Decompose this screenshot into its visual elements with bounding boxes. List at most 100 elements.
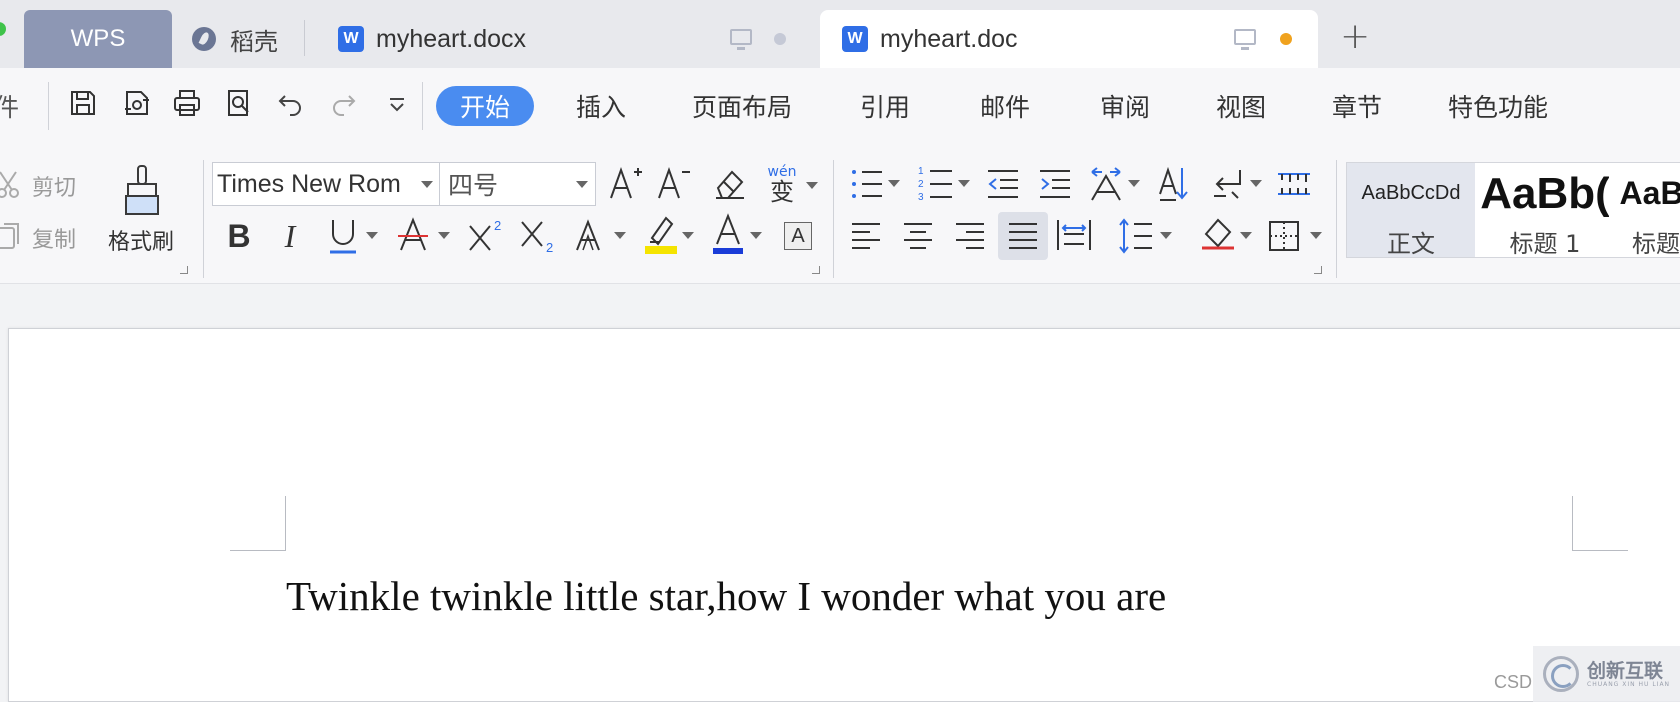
- copy-button[interactable]: 复制: [32, 222, 76, 254]
- cut-button[interactable]: 剪切: [32, 170, 76, 202]
- pinyin-guide-button[interactable]: wén 变: [762, 162, 802, 208]
- chevron-down-icon[interactable]: [1250, 180, 1262, 187]
- print-icon[interactable]: [172, 88, 202, 118]
- tab-daoke[interactable]: 稻壳: [190, 10, 300, 68]
- window-zoom-button[interactable]: [0, 22, 6, 36]
- show-hide-marks-icon[interactable]: [1210, 166, 1244, 202]
- highlight-button[interactable]: [644, 212, 678, 256]
- distributed-align-icon[interactable]: [1056, 218, 1092, 252]
- style-normal[interactable]: AaBbCcDd 正文: [1347, 163, 1475, 258]
- tab-myheart-docx[interactable]: W myheart.docx: [334, 10, 804, 68]
- menu-insert[interactable]: 插入: [576, 86, 626, 126]
- table-ruler-icon[interactable]: [1276, 170, 1312, 198]
- bold-button[interactable]: B: [224, 216, 254, 256]
- save-icon[interactable]: [68, 88, 98, 118]
- tab-wps-label: WPS: [70, 25, 126, 52]
- align-right-icon[interactable]: [954, 220, 986, 252]
- style-name: 正文: [1387, 230, 1435, 258]
- sort-icon[interactable]: [1158, 164, 1192, 204]
- monitor-icon: [1234, 29, 1256, 50]
- italic-button[interactable]: I: [278, 216, 302, 256]
- decrease-indent-icon[interactable]: [986, 168, 1020, 200]
- menu-mailings[interactable]: 邮件: [980, 86, 1030, 126]
- menu-section[interactable]: 章节: [1332, 86, 1382, 126]
- undo-icon[interactable]: [276, 88, 306, 118]
- chevron-down-icon[interactable]: [366, 232, 378, 239]
- margin-mark: [1572, 550, 1628, 551]
- chevron-down-icon[interactable]: [1240, 232, 1252, 239]
- divider: [833, 160, 834, 278]
- style-name: 标题 1: [1509, 230, 1581, 258]
- watermark-badge: 创新互联 CHUANG XIN HU LIAN: [1533, 646, 1680, 702]
- watermark-csd: CSD: [1494, 672, 1533, 692]
- menu-start[interactable]: 开始: [436, 86, 535, 126]
- new-tab-button[interactable]: +: [1340, 16, 1370, 57]
- redo-icon[interactable]: [328, 88, 358, 118]
- style-preview: AaBb(: [1481, 168, 1609, 218]
- chevron-down-icon[interactable]: [750, 232, 762, 239]
- character-border-button[interactable]: A: [784, 222, 812, 250]
- font-dialog-launcher[interactable]: [812, 266, 820, 274]
- scissors-icon: [0, 168, 24, 200]
- superscript-button[interactable]: 2: [466, 216, 506, 256]
- format-painter-button[interactable]: 格式刷: [108, 224, 174, 256]
- clipboard-dialog-launcher[interactable]: [180, 266, 188, 274]
- shrink-font-icon[interactable]: [656, 164, 692, 204]
- align-center-icon[interactable]: [902, 220, 934, 252]
- underline-button[interactable]: [328, 214, 358, 258]
- paragraph-dialog-launcher[interactable]: [1314, 266, 1322, 274]
- bullet-list-icon[interactable]: [850, 166, 884, 202]
- document-body-text[interactable]: Twinkle twinkle little star,how I wonder…: [286, 572, 1166, 620]
- divider: [1336, 160, 1337, 278]
- clear-format-eraser-icon[interactable]: [712, 166, 748, 202]
- chevron-down-icon[interactable]: [1160, 232, 1172, 239]
- text-effects-button[interactable]: [574, 216, 606, 256]
- menu-view[interactable]: 视图: [1216, 86, 1266, 126]
- chevron-down-icon[interactable]: [806, 182, 818, 189]
- print-preview-icon[interactable]: [224, 88, 254, 118]
- format-painter-icon[interactable]: [122, 164, 162, 218]
- shading-icon[interactable]: [1200, 214, 1236, 256]
- menu-special-features[interactable]: 特色功能: [1448, 86, 1548, 126]
- strikethrough-button[interactable]: [396, 214, 430, 256]
- menu-review[interactable]: 审阅: [1100, 86, 1150, 126]
- monitor-icon: [730, 29, 752, 50]
- menu-references[interactable]: 引用: [860, 86, 910, 126]
- chevron-down-icon[interactable]: [682, 232, 694, 239]
- file-menu-partial[interactable]: 件: [0, 86, 19, 126]
- customize-dropdown-icon[interactable]: [382, 88, 412, 118]
- export-pdf-icon[interactable]: [122, 88, 152, 118]
- svg-text:2: 2: [918, 179, 924, 190]
- increase-indent-icon[interactable]: [1038, 168, 1072, 200]
- tab-bar: WPS 稻壳 W myheart.docx W myheart.doc +: [0, 0, 1680, 68]
- font-name-select[interactable]: Times New Rom: [212, 162, 440, 206]
- line-spacing-icon[interactable]: [1118, 216, 1154, 256]
- style-heading-2[interactable]: AaBl 标题: [1611, 163, 1680, 257]
- subscript-button[interactable]: 2: [518, 216, 558, 256]
- chevron-down-icon[interactable]: [1310, 232, 1322, 239]
- justify-button[interactable]: [998, 212, 1048, 260]
- copy-icon: [0, 220, 24, 252]
- align-left-icon[interactable]: [850, 220, 882, 252]
- font-size-select[interactable]: 四号: [440, 162, 596, 206]
- svg-text:1: 1: [918, 166, 924, 177]
- tab-divider: [304, 20, 305, 56]
- svg-text:2: 2: [494, 218, 501, 233]
- divider: [48, 82, 49, 130]
- style-heading-1[interactable]: AaBb( 标题 1: [1481, 163, 1609, 258]
- chevron-down-icon[interactable]: [1128, 180, 1140, 187]
- tab-myheart-doc[interactable]: W myheart.doc: [820, 10, 1318, 68]
- borders-icon[interactable]: [1268, 220, 1300, 252]
- numbered-list-icon[interactable]: 1 2 3: [918, 164, 954, 204]
- tab-wps-home[interactable]: WPS: [24, 10, 172, 68]
- chevron-down-icon[interactable]: [888, 180, 900, 187]
- margin-mark: [285, 496, 286, 550]
- document-page[interactable]: [8, 328, 1680, 702]
- chevron-down-icon[interactable]: [958, 180, 970, 187]
- chevron-down-icon[interactable]: [438, 232, 450, 239]
- font-color-button[interactable]: [712, 212, 744, 256]
- chevron-down-icon[interactable]: [614, 232, 626, 239]
- menu-page-layout[interactable]: 页面布局: [692, 86, 792, 126]
- chinese-layout-icon[interactable]: [1088, 164, 1124, 204]
- grow-font-icon[interactable]: [608, 164, 644, 204]
